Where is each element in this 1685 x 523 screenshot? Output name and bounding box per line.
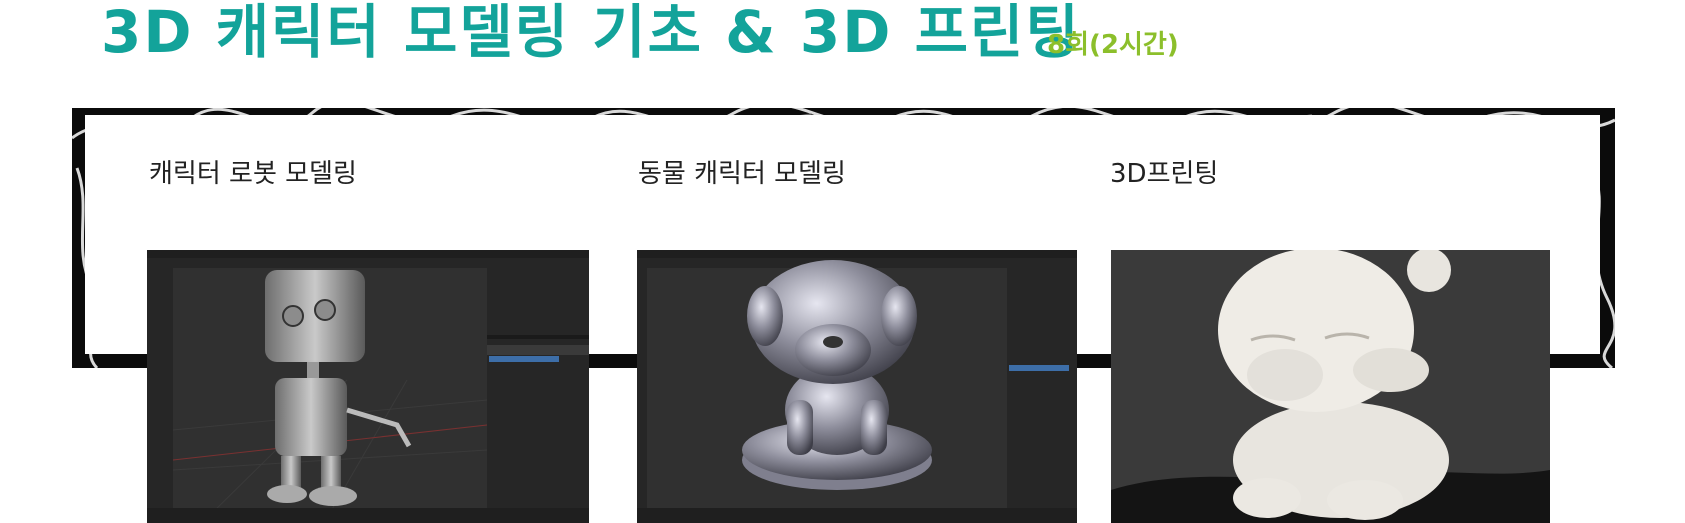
robot-model-image (147, 250, 589, 523)
robot-modeling-label: 캐릭터 로봇 모델링 (149, 159, 357, 189)
animal-modeling-label: 동물 캐릭터 모델링 (638, 159, 846, 189)
page-title: 3D 캐릭터 모델링 기초 & 3D 프린팅 (101, 0, 1081, 66)
dog-model-image (637, 250, 1077, 523)
3d-printing-label: 3D프린팅 (1110, 159, 1219, 189)
printed-figure-image (1111, 250, 1550, 523)
session-count: 8회(2시간) (1047, 30, 1179, 60)
